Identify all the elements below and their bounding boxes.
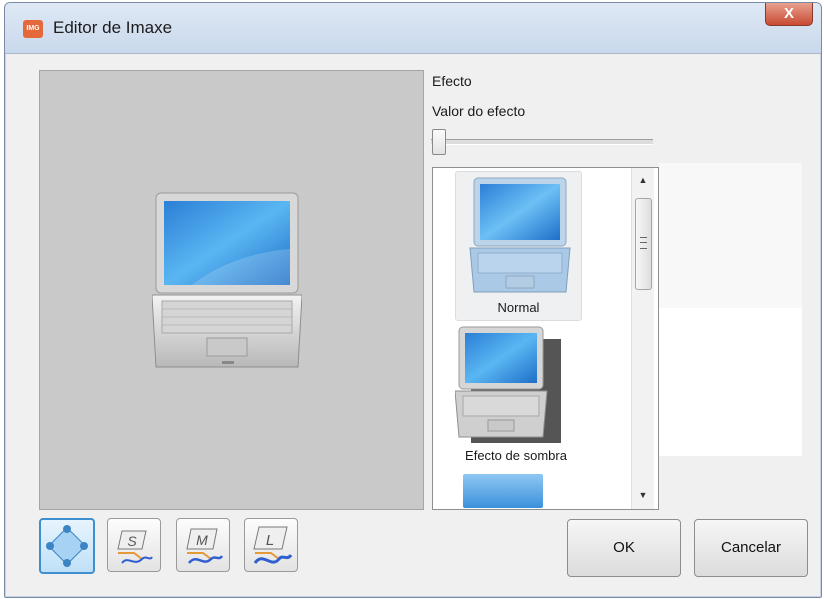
effect-label: Efecto [432,73,472,89]
fit-arrows-icon [46,525,88,567]
effect-item-shadow[interactable]: Efecto de sombra [455,323,580,468]
effect-value-slider-track[interactable] [431,139,653,145]
dialog-body: Efecto Valor do efecto Normal Efecto de … [19,63,809,583]
preview-swatch [659,308,802,456]
size-medium-button[interactable]: M [176,518,230,572]
size-l-icon: L [253,526,293,564]
effect-item-normal[interactable]: Normal [455,171,582,321]
size-l-letter: L [266,532,274,549]
fit-tool-button[interactable] [39,518,95,574]
scrollbar-thumb[interactable] [635,198,652,290]
close-button[interactable]: X [765,3,813,26]
cancel-button[interactable]: Cancelar [694,519,808,577]
scroll-up-icon[interactable]: ▲ [634,171,652,189]
effect-value-label: Valor do efecto [432,103,526,119]
size-large-button[interactable]: L [244,518,298,572]
image-preview [39,70,424,510]
image-editor-icon: IMG [23,20,43,38]
effect-value-slider-thumb[interactable] [432,129,446,155]
title-bar[interactable]: IMG Editor de Imaxe X [5,3,821,54]
effect-item-partial[interactable] [463,474,543,508]
laptop-shadow-thumbnail-icon [455,326,561,443]
window-title: Editor de Imaxe [53,18,173,37]
effect-label-normal: Normal [497,300,540,315]
size-m-icon: M [186,528,224,564]
size-s-icon: S [117,530,153,564]
effects-list-scrollbar[interactable]: ▲ ▼ [631,168,654,509]
scroll-down-icon[interactable]: ▼ [634,486,652,504]
effect-label-shadow: Efecto de sombra [465,448,567,463]
background-panel [659,163,802,308]
size-small-button[interactable]: S [107,518,161,572]
laptop-image [152,192,302,368]
effects-list[interactable]: Normal Efecto de sombra ▲ ▼ [432,167,659,510]
image-editor-window: IMG Editor de Imaxe X Efecto Valor do ef… [4,2,822,598]
grip-icon [640,237,647,249]
ok-button[interactable]: OK [567,519,681,577]
laptop-thumbnail-icon [469,177,571,293]
size-m-letter: M [196,532,208,548]
size-s-letter: S [127,533,137,549]
